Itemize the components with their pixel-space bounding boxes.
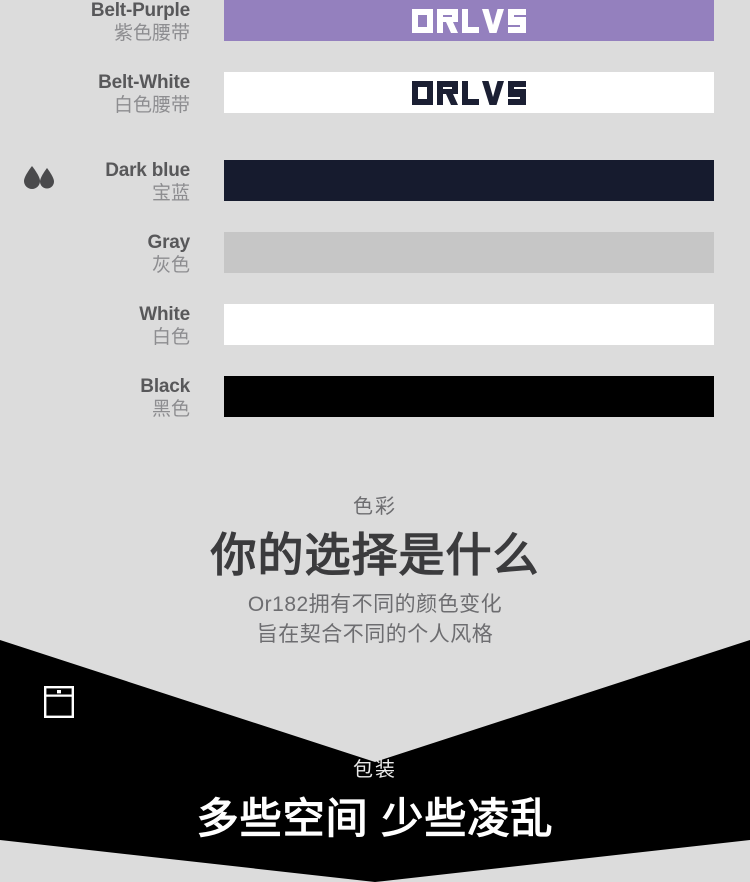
orlvs-letter — [437, 8, 458, 33]
color-name-en: Belt-Purple — [90, 0, 190, 21]
color-name-zh: 宝蓝 — [151, 183, 190, 205]
color-name-zh: 灰色 — [151, 255, 190, 277]
product-detail-page: Belt-Purple 紫色腰带 Belt-White 白色腰带 Dark blue 宝蓝… — [0, 0, 750, 882]
color-sub-line-2: 旨在契合不同的个人风格 — [256, 623, 494, 647]
packaging-copy-block: 包装 多些空间 少些凌乱 — [0, 758, 750, 844]
orlvs-letter — [508, 8, 526, 33]
color-variant-row[interactable]: Black 黑色 — [0, 376, 750, 448]
orlvs-letter — [508, 80, 526, 105]
color-name-zh: 白色 — [151, 327, 190, 349]
color-sub-line-1: Or182拥有不同的颜色变化 — [247, 592, 503, 616]
orlvs-letter — [482, 80, 504, 105]
orlvs-wordmark — [412, 8, 526, 33]
window-outline-icon — [44, 686, 75, 719]
color-name-zh: 黑色 — [151, 399, 190, 421]
color-headline: 你的选择是什么 — [210, 529, 540, 581]
color-variant-row[interactable]: White 白色 — [0, 304, 750, 376]
color-name-en: White — [139, 304, 190, 325]
color-variant-label: Belt-White 白色腰带 — [0, 72, 200, 118]
swatch-logo — [224, 72, 714, 113]
color-variant-label: Belt-Purple 紫色腰带 — [0, 0, 200, 46]
color-variant-row[interactable]: Belt-Purple 紫色腰带 — [0, 0, 750, 72]
color-name-zh: 紫色腰带 — [113, 23, 190, 45]
color-swatch[interactable] — [224, 160, 714, 201]
color-variant-row[interactable]: Belt-White 白色腰带 — [0, 72, 750, 144]
color-name-en: Belt-White — [98, 72, 190, 93]
packaging-headline: 多些空间 少些凌乱 — [196, 795, 554, 842]
color-variant-label: Gray 灰色 — [0, 232, 200, 278]
color-swatch[interactable] — [224, 304, 714, 345]
orlvs-letter — [462, 80, 479, 105]
orlvs-wordmark — [412, 80, 526, 105]
color-variant-list: Belt-Purple 紫色腰带 Belt-White 白色腰带 Dark blue 宝蓝… — [0, 0, 750, 450]
color-name-zh: 白色腰带 — [113, 95, 190, 117]
orlvs-letter — [412, 8, 433, 33]
color-copy-block: 色彩 你的选择是什么 Or182拥有不同的颜色变化 旨在契合不同的个人风格 — [0, 495, 750, 651]
color-variant-label: White 白色 — [0, 304, 200, 350]
color-eyebrow: 色彩 — [353, 496, 397, 518]
orlvs-letter — [412, 80, 433, 105]
orlvs-letter — [462, 8, 479, 33]
orlvs-letter — [437, 80, 458, 105]
color-swatch[interactable] — [224, 232, 714, 273]
color-swatch[interactable] — [224, 0, 714, 41]
color-name-en: Black — [140, 376, 190, 397]
color-variant-label: Black 黑色 — [0, 376, 200, 422]
color-variant-row[interactable]: Gray 灰色 — [0, 232, 750, 304]
color-swatch[interactable] — [224, 72, 714, 113]
swatch-logo — [224, 0, 714, 41]
color-variant-row[interactable]: Dark blue 宝蓝 — [0, 160, 750, 232]
color-swatch[interactable] — [224, 376, 714, 417]
color-name-en: Dark blue — [105, 160, 190, 181]
packaging-eyebrow: 包装 — [353, 759, 397, 781]
color-name-en: Gray — [147, 232, 190, 253]
color-variant-label: Dark blue 宝蓝 — [0, 160, 200, 206]
orlvs-letter — [482, 8, 504, 33]
